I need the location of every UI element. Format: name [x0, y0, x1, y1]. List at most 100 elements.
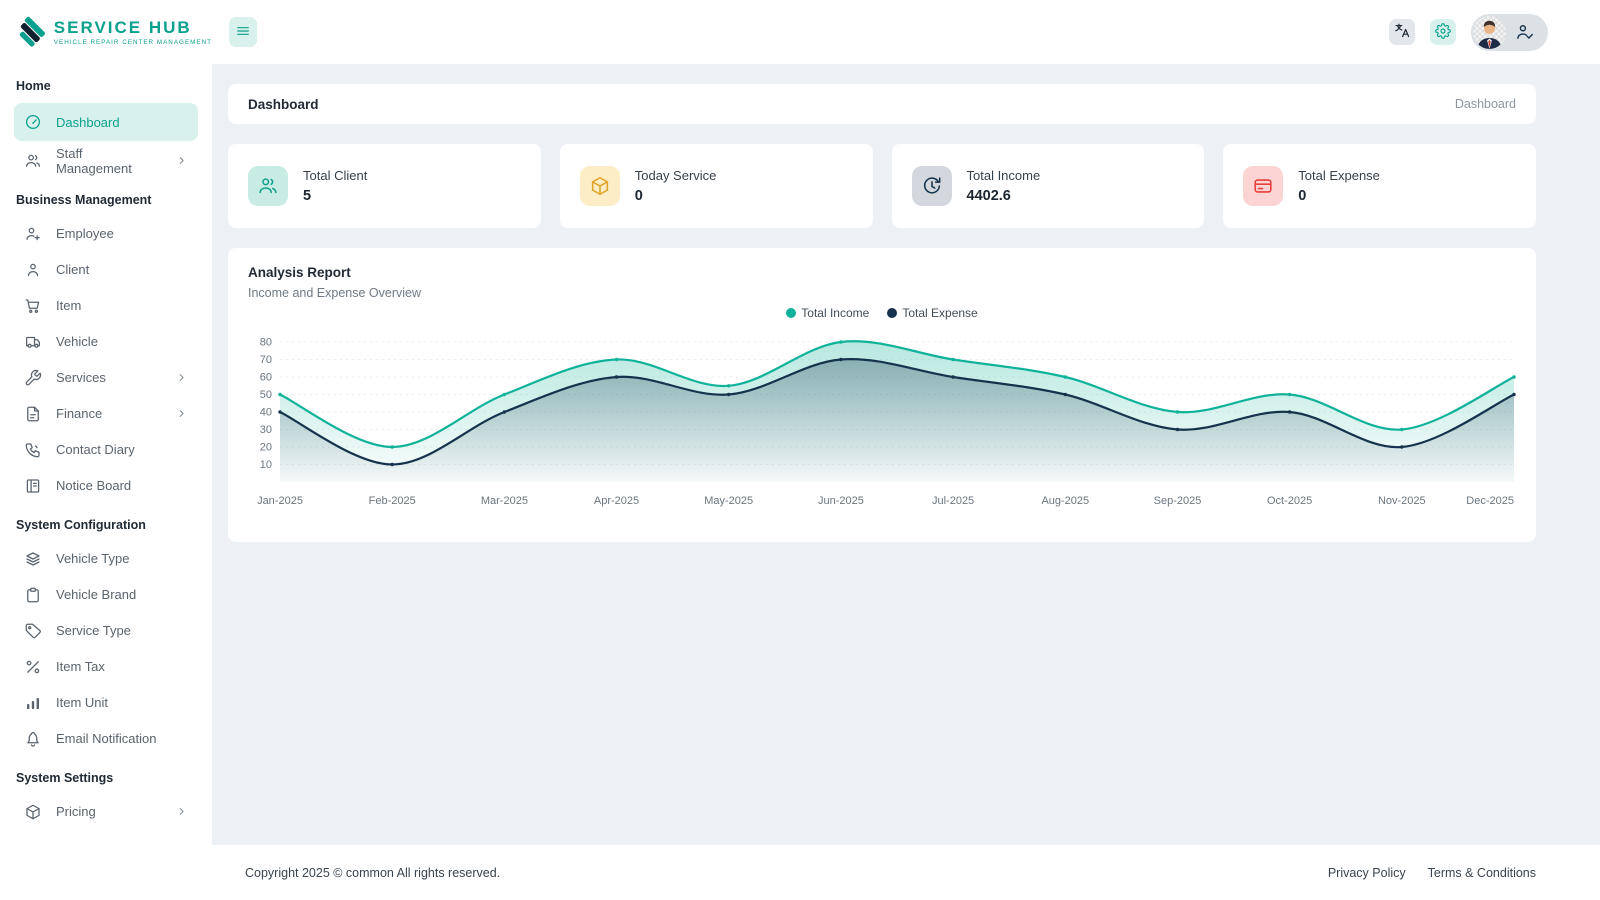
sidebar-item-notice-board[interactable]: Notice Board: [14, 469, 198, 502]
history-clock-icon: [912, 166, 952, 206]
x-axis-label: Sep-2025: [1154, 495, 1202, 507]
y-axis-label: 80: [260, 337, 272, 349]
page-header-card: Dashboard Dashboard: [228, 84, 1536, 124]
x-axis-label: Jun-2025: [818, 495, 864, 507]
breadcrumb[interactable]: Dashboard: [1455, 97, 1516, 111]
stat-value: 0: [1298, 188, 1380, 204]
sidebar-item-label: Item Unit: [56, 695, 108, 710]
stat-card-total-expense: Total Expense0: [1223, 144, 1536, 228]
x-axis-label: Mar-2025: [481, 495, 528, 507]
x-axis-label: Nov-2025: [1378, 495, 1426, 507]
chevron-right-icon: [175, 154, 188, 167]
chevron-right-icon: [175, 805, 188, 818]
sidebar-item-item-tax[interactable]: Item Tax: [14, 650, 198, 683]
chevron-right-icon: [175, 371, 188, 384]
stat-value: 5: [303, 188, 367, 204]
sidebar-item-label: Item: [56, 298, 81, 313]
sidebar-item-label: Client: [56, 262, 89, 277]
user-icon: [24, 261, 42, 279]
file-icon: [24, 405, 42, 423]
stat-value: 4402.6: [967, 188, 1041, 204]
legend-dot: [786, 308, 796, 318]
percent-icon: [24, 658, 42, 676]
copyright-text: Copyright 2025 © common All rights reser…: [245, 866, 500, 880]
footer: Copyright 2025 © common All rights reser…: [212, 845, 1600, 900]
sidebar-section-label-system-configuration: System Configuration: [0, 505, 212, 539]
x-axis-label: Jul-2025: [932, 495, 974, 507]
y-axis-label: 30: [260, 424, 272, 436]
service-box-icon: [580, 166, 620, 206]
chart-subtitle: Income and Expense Overview: [248, 286, 1516, 300]
sidebar-item-dashboard[interactable]: Dashboard: [14, 103, 198, 141]
sidebar-toggle-button[interactable]: [229, 17, 257, 47]
avatar: [1473, 16, 1506, 49]
sidebar-item-staff-management[interactable]: Staff Management: [14, 144, 198, 177]
stat-value: 0: [635, 188, 717, 204]
sidebar-item-label: Pricing: [56, 804, 96, 819]
y-axis-label: 20: [260, 442, 272, 454]
clients-icon: [248, 166, 288, 206]
legend-item-total-expense[interactable]: Total Expense: [887, 306, 977, 320]
x-axis-label: Dec-2025: [1466, 495, 1514, 507]
stats-row: Total Client5Today Service0Total Income4…: [228, 144, 1536, 228]
x-axis-label: Aug-2025: [1041, 495, 1089, 507]
chart-legend: Total Income Total Expense: [248, 306, 1516, 320]
footer-link-terms-conditions[interactable]: Terms & Conditions: [1428, 866, 1536, 880]
sidebar-item-label: Vehicle Brand: [56, 587, 136, 602]
x-axis-label: May-2025: [704, 495, 753, 507]
bars-icon: [24, 694, 42, 712]
y-axis-label: 50: [260, 389, 272, 401]
topbar-actions: [1389, 14, 1548, 51]
profile-menu[interactable]: [1471, 14, 1548, 51]
gear-icon: [1435, 23, 1451, 42]
tag-icon: [24, 622, 42, 640]
sidebar-item-label: Contact Diary: [56, 442, 135, 457]
sidebar-item-label: Finance: [56, 406, 102, 421]
y-axis-label: 40: [260, 407, 272, 419]
y-axis-label: 10: [260, 459, 272, 471]
user-plus-icon: [24, 225, 42, 243]
footer-link-privacy-policy[interactable]: Privacy Policy: [1328, 866, 1406, 880]
sidebar-item-contact-diary[interactable]: Contact Diary: [14, 433, 198, 466]
sidebar-item-item-unit[interactable]: Item Unit: [14, 686, 198, 719]
sidebar-item-client[interactable]: Client: [14, 253, 198, 286]
cart-icon: [24, 297, 42, 315]
sidebar-item-finance[interactable]: Finance: [14, 397, 198, 430]
settings-button[interactable]: [1430, 19, 1456, 45]
language-button[interactable]: [1389, 19, 1415, 45]
footer-links: Privacy Policy Terms & Conditions: [1328, 866, 1536, 880]
sidebar-item-employee[interactable]: Employee: [14, 217, 198, 250]
income-expense-area-chart: 1020304050607080Jan-2025Feb-2025Mar-2025…: [248, 322, 1516, 518]
brand-logo[interactable]: SERVICE HUB VEHICLE REPAIR CENTER MANAGE…: [0, 15, 212, 49]
stat-card-total-client: Total Client5: [228, 144, 541, 228]
sidebar-item-vehicle-type[interactable]: Vehicle Type: [14, 542, 198, 575]
sidebar-item-label: Staff Management: [56, 146, 161, 176]
sidebar-item-label: Vehicle Type: [56, 551, 129, 566]
sidebar-item-services[interactable]: Services: [14, 361, 198, 394]
user-check-icon: [1515, 22, 1535, 42]
clipboard-icon: [24, 586, 42, 604]
sidebar-item-label: Email Notification: [56, 731, 156, 746]
y-axis-label: 60: [260, 372, 272, 384]
sidebar-item-label: Item Tax: [56, 659, 105, 674]
brand-tagline: VEHICLE REPAIR CENTER MANAGEMENT: [54, 39, 212, 46]
y-axis-label: 70: [260, 354, 272, 366]
sidebar-nav: HomeDashboardStaff ManagementBusiness Ma…: [0, 64, 212, 900]
gauge-icon: [24, 113, 42, 131]
sidebar-item-email-notification[interactable]: Email Notification: [14, 722, 198, 755]
sidebar-item-pricing[interactable]: Pricing: [14, 795, 198, 828]
x-axis-label: Oct-2025: [1267, 495, 1312, 507]
sidebar-item-vehicle[interactable]: Vehicle: [14, 325, 198, 358]
x-axis-label: Feb-2025: [369, 495, 416, 507]
chevron-right-icon: [175, 407, 188, 420]
page-title: Dashboard: [248, 97, 319, 112]
brand-text: SERVICE HUB VEHICLE REPAIR CENTER MANAGE…: [54, 18, 212, 46]
truck-icon: [24, 333, 42, 351]
sidebar-item-vehicle-brand[interactable]: Vehicle Brand: [14, 578, 198, 611]
legend-item-total-income[interactable]: Total Income: [786, 306, 869, 320]
sidebar-item-service-type[interactable]: Service Type: [14, 614, 198, 647]
sidebar-item-item[interactable]: Item: [14, 289, 198, 322]
users-icon: [24, 152, 42, 170]
sidebar-item-label: Services: [56, 370, 106, 385]
topbar: SERVICE HUB VEHICLE REPAIR CENTER MANAGE…: [0, 0, 1600, 64]
